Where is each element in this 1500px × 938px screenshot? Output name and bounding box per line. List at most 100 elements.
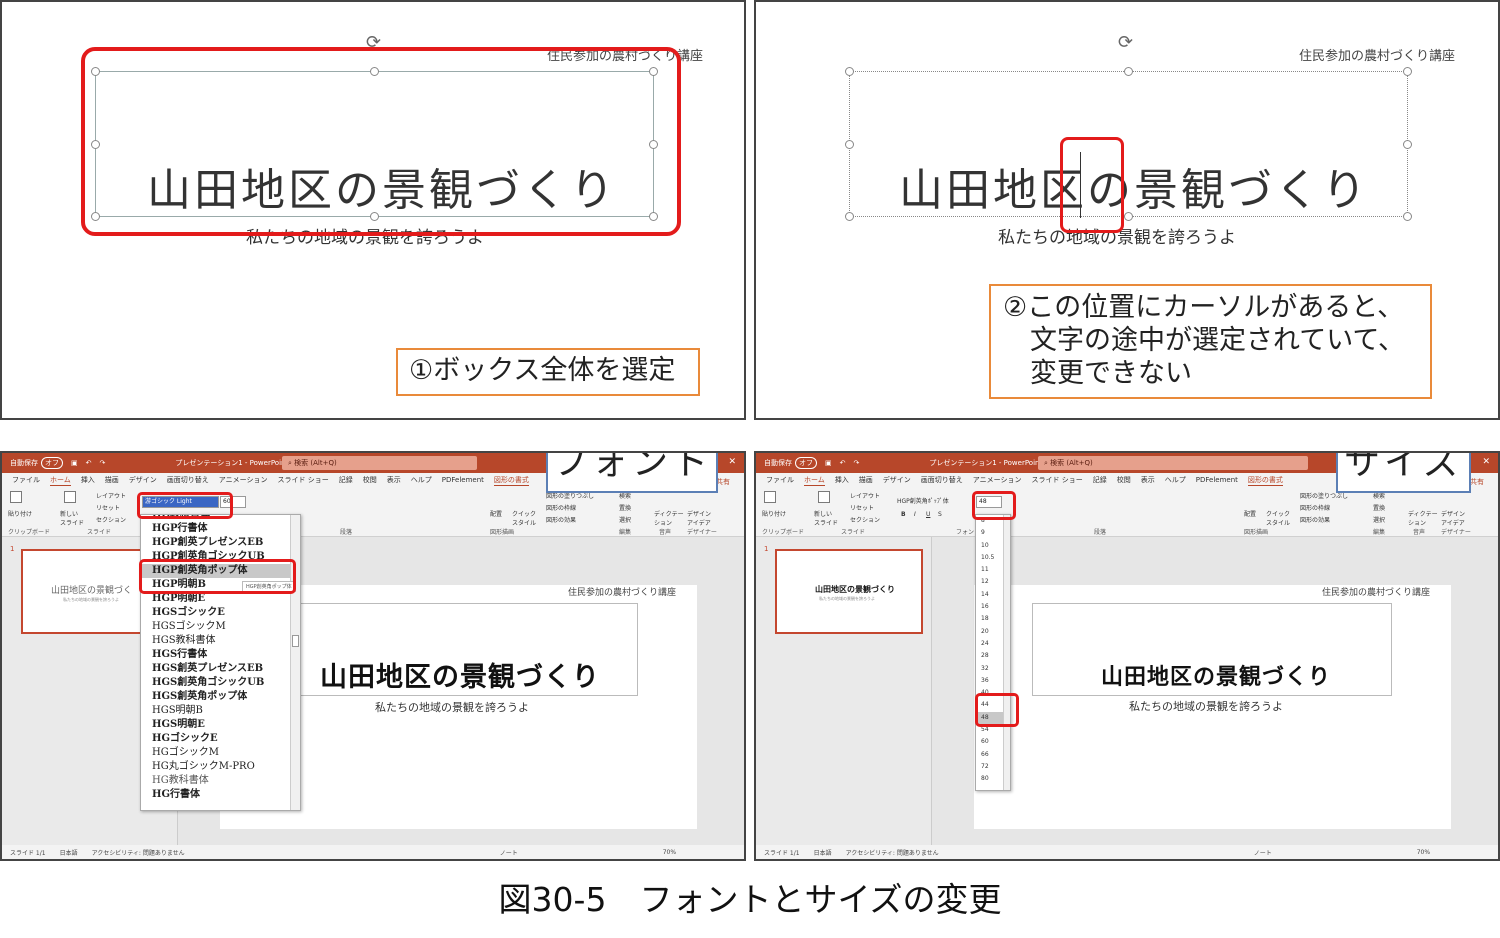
italic-button[interactable]: I: [914, 511, 916, 518]
slide-title[interactable]: 山田地区の景観づくり: [899, 154, 1369, 218]
new-slide-icon[interactable]: [64, 491, 76, 503]
reset-label[interactable]: リセット: [850, 503, 874, 512]
save-icon[interactable]: ▣: [71, 459, 78, 467]
scroll-thumb[interactable]: [292, 635, 299, 647]
status-accessibility[interactable]: アクセシビリティ: 問題ありません: [846, 848, 939, 857]
tab-help[interactable]: ヘルプ: [411, 475, 432, 485]
tab-insert[interactable]: 挿入: [835, 475, 849, 485]
bold-button[interactable]: B: [901, 511, 906, 518]
quick-style-label[interactable]: クイック スタイル: [512, 509, 536, 527]
replace-label[interactable]: 置換: [619, 503, 631, 512]
new-slide-label[interactable]: 新しい スライド: [60, 509, 84, 527]
arrange-label[interactable]: 配置: [1244, 509, 1256, 518]
notes-button[interactable]: ノート: [500, 848, 518, 857]
share-button[interactable]: 共有: [716, 477, 730, 487]
tab-design[interactable]: デザイン: [883, 475, 911, 485]
tab-slideshow[interactable]: スライド ショー: [1032, 475, 1083, 485]
slide-title[interactable]: 山田地区の景観づくり: [1101, 659, 1331, 691]
resize-handle[interactable]: [1124, 67, 1133, 76]
design-ideas-label[interactable]: デザイン アイデア: [687, 509, 711, 527]
select-label[interactable]: 選択: [1373, 515, 1385, 524]
new-slide-label[interactable]: 新しい スライド: [814, 509, 838, 527]
paste-label[interactable]: 貼り付け: [8, 509, 32, 518]
tab-shape-format[interactable]: 図形の書式: [493, 475, 529, 486]
tab-record[interactable]: 記録: [1093, 475, 1107, 485]
font-option[interactable]: HGS行書体: [141, 648, 291, 662]
tab-draw[interactable]: 描画: [859, 475, 873, 485]
replace-label[interactable]: 置換: [1373, 503, 1385, 512]
size-option[interactable]: 36: [976, 675, 1004, 687]
new-slide-icon[interactable]: [818, 491, 830, 503]
size-option[interactable]: 9: [976, 527, 1004, 539]
font-option[interactable]: HGゴシックE: [141, 732, 291, 746]
tab-shape-format[interactable]: 図形の書式: [1247, 475, 1283, 486]
resize-handle[interactable]: [1403, 212, 1412, 221]
font-option[interactable]: HGS創英角ポップ体: [141, 690, 291, 704]
size-list-scrollbar[interactable]: [1003, 515, 1010, 790]
size-option[interactable]: 72: [976, 761, 1004, 773]
size-option[interactable]: 10.5: [976, 552, 1004, 564]
font-option[interactable]: HGゴシックM: [141, 746, 291, 760]
tab-animations[interactable]: アニメーション: [973, 475, 1022, 485]
resize-handle[interactable]: [845, 212, 854, 221]
resize-handle[interactable]: [1403, 67, 1412, 76]
font-option[interactable]: HGSゴシックM: [141, 620, 291, 634]
section-label[interactable]: セクション: [96, 515, 126, 524]
size-option[interactable]: 24: [976, 638, 1004, 650]
slide-thumbnail[interactable]: 山田地区の景観づくり 私たちの地域の景観を誇ろうよ: [775, 549, 923, 634]
redo-icon[interactable]: ↷: [100, 459, 106, 467]
close-icon[interactable]: ✕: [728, 457, 736, 467]
size-option[interactable]: 60: [976, 736, 1004, 748]
shape-outline-label[interactable]: 図形の枠線: [1300, 503, 1330, 512]
zoom-level[interactable]: 70%: [663, 849, 676, 856]
font-option[interactable]: HGP行書体: [141, 522, 291, 536]
tab-review[interactable]: 校閲: [363, 475, 377, 485]
undo-icon[interactable]: ↶: [86, 459, 92, 467]
search-box[interactable]: ⌕ 検索 (Alt+Q): [282, 456, 477, 470]
dictate-label[interactable]: ディクテー ション: [1408, 509, 1438, 527]
font-option[interactable]: HGP創英プレゼンスEB: [141, 536, 291, 550]
tab-transitions[interactable]: 画面切り替え: [921, 475, 963, 485]
undo-icon[interactable]: ↶: [840, 459, 846, 467]
tab-home[interactable]: ホーム: [804, 475, 825, 486]
rotate-handle-icon[interactable]: ⟳: [1118, 32, 1133, 53]
font-option[interactable]: HGSゴシックE: [141, 606, 291, 620]
save-icon[interactable]: ▣: [825, 459, 832, 467]
resize-handle[interactable]: [1403, 140, 1412, 149]
size-option[interactable]: 14: [976, 589, 1004, 601]
paste-icon[interactable]: [10, 491, 22, 503]
tab-transitions[interactable]: 画面切り替え: [167, 475, 209, 485]
tab-insert[interactable]: 挿入: [81, 475, 95, 485]
resize-handle[interactable]: [845, 140, 854, 149]
zoom-level[interactable]: 70%: [1417, 849, 1430, 856]
tab-home[interactable]: ホーム: [50, 475, 71, 486]
tab-slideshow[interactable]: スライド ショー: [278, 475, 329, 485]
section-label[interactable]: セクション: [850, 515, 880, 524]
layout-label[interactable]: レイアウト: [96, 491, 126, 500]
size-option[interactable]: 66: [976, 749, 1004, 761]
shape-effect-label[interactable]: 図形の効果: [1300, 515, 1330, 524]
font-option[interactable]: HGP明朝E: [141, 592, 291, 606]
status-accessibility[interactable]: アクセシビリティ: 問題ありません: [92, 848, 185, 857]
tab-help[interactable]: ヘルプ: [1165, 475, 1186, 485]
font-option[interactable]: HG教科書体: [141, 774, 291, 788]
tab-view[interactable]: 表示: [387, 475, 401, 485]
tab-animations[interactable]: アニメーション: [219, 475, 268, 485]
slide-title[interactable]: 山田地区の景観づくり: [320, 655, 600, 694]
size-option[interactable]: 80: [976, 773, 1004, 785]
status-language[interactable]: 日本語: [60, 848, 78, 857]
status-language[interactable]: 日本語: [814, 848, 832, 857]
tab-record[interactable]: 記録: [339, 475, 353, 485]
font-option[interactable]: HGS創英角ゴシックUB: [141, 676, 291, 690]
size-option[interactable]: 18: [976, 613, 1004, 625]
reset-label[interactable]: リセット: [96, 503, 120, 512]
size-option[interactable]: 12: [976, 576, 1004, 588]
tab-file[interactable]: ファイル: [12, 475, 40, 485]
size-option[interactable]: 11: [976, 564, 1004, 576]
font-option[interactable]: HGS明朝E: [141, 718, 291, 732]
underline-button[interactable]: U: [926, 511, 930, 518]
font-name-combo[interactable]: HGP創英角ﾎﾟｯﾌﾟ体: [897, 496, 949, 505]
shape-effect-label[interactable]: 図形の効果: [546, 515, 576, 524]
paste-icon[interactable]: [764, 491, 776, 503]
font-option[interactable]: HG丸ゴシックM-PRO: [141, 760, 291, 774]
